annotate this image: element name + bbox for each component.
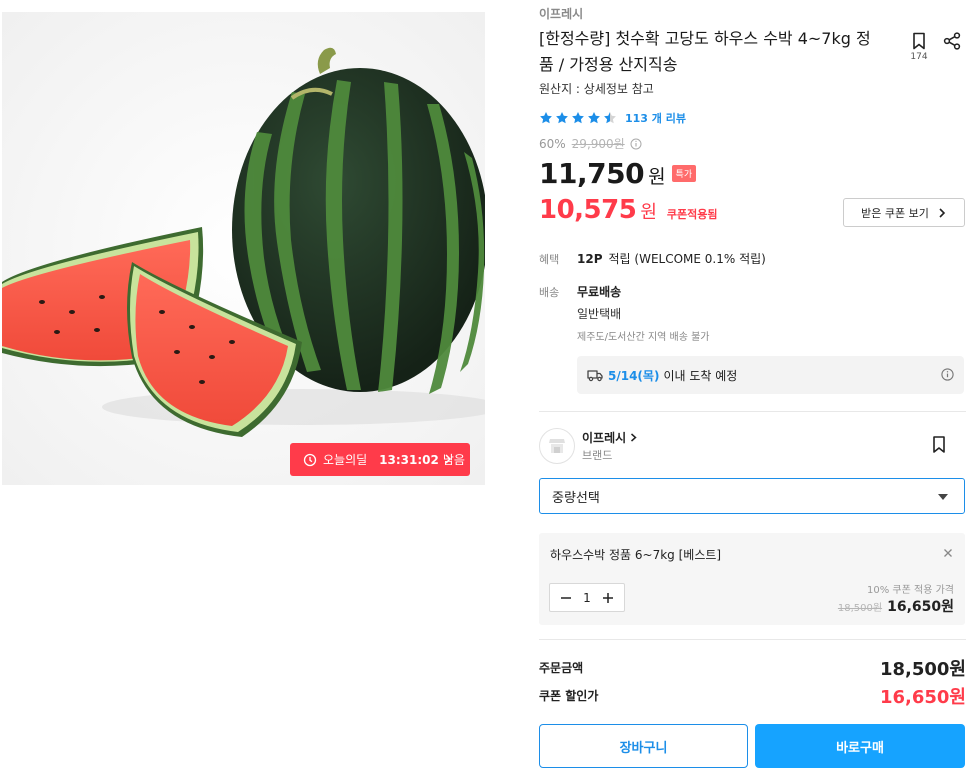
- seller-name: 이프레시: [582, 431, 627, 445]
- price-row: 11,750 원 특가: [539, 157, 697, 190]
- option-original-price: 18,500원: [837, 603, 883, 614]
- store-icon: [549, 439, 565, 453]
- order-amount-value: 18,500원: [879, 659, 966, 680]
- view-coupons-button[interactable]: 받은 쿠폰 보기: [843, 198, 965, 227]
- weight-select[interactable]: 중량선택: [539, 478, 965, 514]
- shipping-label: 배송: [539, 286, 560, 299]
- origin-info: 원산지 : 상세정보 참고: [539, 82, 654, 96]
- minus-icon[interactable]: [560, 592, 572, 604]
- option-price: 16,650원: [887, 599, 954, 615]
- bookmark-count: 174: [910, 52, 928, 62]
- seller-name-link[interactable]: 이프레시: [582, 429, 638, 446]
- free-shipping: 무료배송: [577, 285, 622, 299]
- chevron-right-icon: [631, 433, 637, 442]
- shipping-type: 일반택배: [577, 307, 622, 321]
- add-to-cart-button[interactable]: 장바구니: [539, 724, 748, 768]
- benefit-points: 12P: [577, 252, 603, 266]
- seller-type: 브랜드: [582, 449, 613, 462]
- view-coupons-label: 받은 쿠폰 보기: [861, 206, 929, 220]
- selected-option-name: 하우스수박 정품 6~7kg [베스트]: [550, 548, 722, 562]
- chevron-right-icon: [445, 454, 452, 464]
- divider: [539, 639, 966, 640]
- bookmark-icon[interactable]: [909, 31, 929, 51]
- option-price-row: 18,500원 16,650원: [838, 596, 954, 616]
- coupon-discount-value: 16,650원: [879, 687, 966, 708]
- product-title: [한정수량] 첫수확 고당도 하우스 수박 4~7kg 정품 / 가정용 산지직…: [539, 29, 871, 74]
- price-unit: 원: [648, 166, 666, 188]
- coupon-price-unit: 원: [640, 202, 657, 223]
- benefit-value: 12P 적립 (WELCOME 0.1% 적립): [577, 250, 766, 267]
- coupon-applied-label: 쿠폰적용됨: [666, 208, 718, 221]
- product-info-panel: 이프레시 [한정수량] 첫수확 고당도 하우스 수박 4~7kg 정품 / 가정…: [539, 0, 966, 779]
- deal-timer-badge[interactable]: 오늘의딜 13:31:02 남음: [290, 443, 470, 476]
- bookmark-icon[interactable]: [930, 435, 948, 454]
- quantity-value[interactable]: 1: [583, 591, 591, 605]
- discount-rate: 60%: [539, 136, 566, 151]
- info-icon[interactable]: [941, 368, 954, 381]
- order-amount-label: 주문금액: [539, 661, 584, 675]
- deal-label: 오늘의딜: [323, 453, 368, 467]
- info-icon[interactable]: [630, 138, 642, 150]
- selected-option: 하우스수박 정품 6~7kg [베스트] 1 10% 쿠폰 적용 가격 18,5…: [539, 533, 965, 625]
- benefit-desc: 적립 (WELCOME 0.1% 적립): [608, 252, 766, 266]
- coupon-price-row: 10,575 원 쿠폰적용됨: [539, 195, 718, 225]
- weight-select-value: 중량선택: [552, 490, 600, 506]
- arrival-date: 5/14(목): [608, 368, 660, 383]
- quantity-stepper: 1: [549, 583, 625, 612]
- truck-icon: [587, 370, 603, 382]
- star-half-icon: [604, 112, 616, 124]
- discount-row: 60% 29,900원: [539, 135, 642, 152]
- buy-now-button[interactable]: 바로구매: [755, 724, 965, 768]
- star-icon: [588, 112, 600, 124]
- star-icon: [540, 112, 552, 124]
- brand-name[interactable]: 이프레시: [539, 5, 583, 22]
- original-price: 29,900원: [571, 137, 625, 151]
- benefit-label: 혜택: [539, 253, 560, 266]
- close-icon[interactable]: [943, 548, 953, 558]
- coupon-price: 10,575: [539, 195, 637, 225]
- review-count-link[interactable]: 113 개 리뷰: [625, 110, 686, 126]
- seller-avatar[interactable]: [539, 428, 575, 464]
- special-badge: 특가: [671, 165, 697, 182]
- deal-time: 13:31:02: [379, 452, 439, 467]
- caret-down-icon: [938, 494, 948, 500]
- arrival-estimate: 5/14(목) 이내 도착 예정: [577, 356, 964, 394]
- rating-stars[interactable]: 113 개 리뷰: [539, 110, 686, 126]
- coupon-discount-label: 쿠폰 할인가: [539, 689, 599, 703]
- arrival-text: 이내 도착 예정: [663, 368, 738, 383]
- plus-icon[interactable]: [602, 592, 614, 604]
- chevron-right-icon: [939, 207, 945, 218]
- option-coupon-label: 10% 쿠폰 적용 가격: [867, 585, 954, 596]
- product-image: [2, 12, 485, 485]
- clock-icon: [303, 453, 317, 466]
- star-icon: [556, 112, 568, 124]
- divider: [539, 411, 966, 412]
- sale-price: 11,750: [539, 157, 645, 190]
- shipping-note: 제주도/도서산간 지역 배송 불가: [577, 332, 710, 343]
- star-icon: [572, 112, 584, 124]
- share-icon[interactable]: [942, 31, 962, 51]
